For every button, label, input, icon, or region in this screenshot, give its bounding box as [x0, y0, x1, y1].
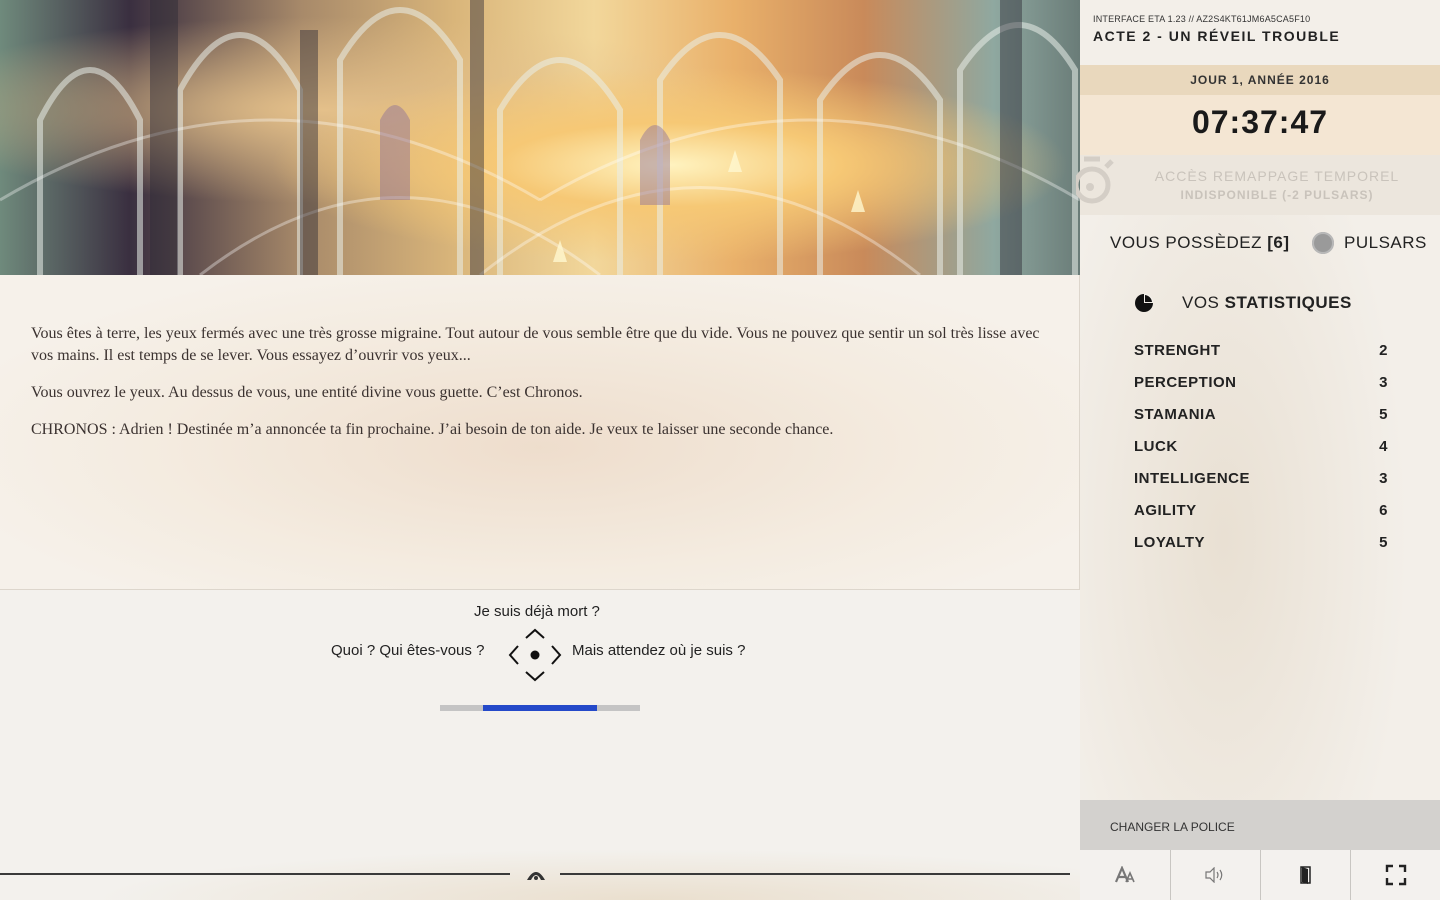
stat-value: 3	[1379, 374, 1388, 391]
directional-pad-icon[interactable]	[508, 628, 562, 682]
stats-title-prefix: VOS	[1182, 293, 1220, 312]
pulsars-label: PULSARS	[1344, 233, 1427, 252]
fullscreen-button[interactable]	[1350, 850, 1440, 900]
timer-dome-icon[interactable]	[524, 864, 548, 882]
stats-title-bold: STATISTIQUES	[1224, 293, 1352, 312]
stats-title: VOS STATISTIQUES	[1182, 293, 1352, 313]
stat-value: 4	[1379, 438, 1388, 455]
remap-status: INDISPONIBLE (-2 PULSARS)	[1180, 188, 1374, 202]
bottom-toolbar	[1080, 850, 1440, 900]
font-size-button[interactable]	[1080, 850, 1170, 900]
stopwatch-icon	[1076, 156, 1114, 204]
stat-value: 5	[1379, 406, 1388, 423]
stat-name: LUCK	[1134, 438, 1178, 455]
stat-name: STRENGHT	[1134, 342, 1221, 359]
exit-button[interactable]	[1260, 850, 1350, 900]
stat-value: 6	[1379, 502, 1388, 519]
pulsar-orb-icon	[1312, 232, 1334, 254]
day-label: JOUR 1, ANNÉE 2016	[1080, 65, 1440, 95]
story-paragraph: CHRONOS : Adrien ! Destinée m’a annoncée…	[31, 421, 834, 438]
game-clock: 07:37:47	[1191, 104, 1329, 140]
story-text-area: Vous êtes à terre, les yeux fermés avec …	[0, 275, 1080, 590]
stat-value: 5	[1379, 534, 1388, 551]
stat-name: INTELLIGENCE	[1134, 470, 1251, 487]
choice-timer-fill	[483, 705, 597, 711]
side-panel: INTERFACE ETA 1.23 // AZ2S4KT61JM6A5CA5F…	[1076, 0, 1440, 900]
sound-button[interactable]	[1170, 850, 1260, 900]
choice-timer-bar	[440, 705, 640, 711]
stat-name: LOYALTY	[1134, 534, 1206, 551]
owned-prefix: VOUS POSSÈDEZ	[1110, 233, 1262, 252]
change-font-button[interactable]: CHANGER LA POLICE	[1080, 800, 1440, 850]
divider-line	[0, 873, 510, 875]
fullscreen-icon	[1385, 864, 1406, 886]
pie-chart-icon	[1135, 293, 1154, 312]
act-title: ACTE 2 - UN RÉVEIL TROUBLE	[1093, 28, 1341, 44]
cathedral-illustration	[0, 0, 1080, 275]
stat-name: PERCEPTION	[1134, 374, 1237, 391]
font-size-icon	[1114, 866, 1135, 883]
story-paragraph: Vous ouvrez le yeux. Au dessus de vous, …	[31, 384, 583, 401]
choice-left[interactable]: Quoi ? Qui êtes-vous ?	[331, 642, 484, 659]
story-paragraph: Vous êtes à terre, les yeux fermés avec …	[31, 325, 1040, 364]
divider-line	[560, 873, 1070, 875]
choice-right[interactable]: Mais attendez où je suis ?	[572, 642, 745, 659]
stat-value: 2	[1379, 342, 1388, 359]
remap-title: ACCÈS REMAPPAGE TEMPOREL	[1154, 168, 1400, 184]
stat-name: AGILITY	[1134, 502, 1197, 519]
speaker-icon	[1204, 867, 1222, 883]
pulsar-owned: VOUS POSSÈDEZ [6]	[1110, 233, 1290, 253]
stat-name: STAMANIA	[1134, 406, 1217, 423]
choice-up[interactable]: Je suis déjà mort ?	[474, 603, 600, 620]
stat-value: 3	[1379, 470, 1388, 487]
door-exit-icon	[1299, 866, 1311, 884]
interface-label: INTERFACE ETA 1.23 // AZ2S4KT61JM6A5CA5F…	[1093, 14, 1311, 24]
pulsar-count: [6]	[1267, 233, 1290, 252]
cathedral-arches	[0, 0, 1080, 275]
temporal-remap-button[interactable]	[1080, 155, 1440, 215]
